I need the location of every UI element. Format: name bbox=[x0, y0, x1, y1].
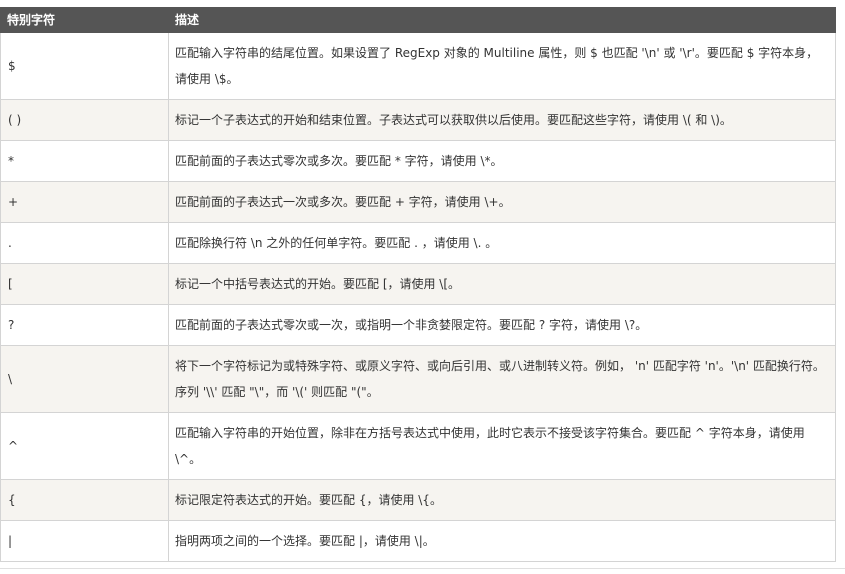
table-row: ( ) 标记一个子表达式的开始和结束位置。子表达式可以获取供以后使用。要匹配这些… bbox=[0, 99, 836, 141]
symbol-cell: * bbox=[0, 140, 169, 182]
symbol-cell: + bbox=[0, 181, 169, 223]
table-row: { 标记限定符表达式的开始。要匹配 {，请使用 \{。 bbox=[0, 479, 836, 521]
symbol-cell: . bbox=[0, 222, 169, 264]
symbol-cell: $ bbox=[0, 32, 169, 100]
table-row: ^ 匹配输入字符串的开始位置，除非在方括号表达式中使用，此时它表示不接受该字符集… bbox=[0, 412, 836, 480]
table-row: [ 标记一个中括号表达式的开始。要匹配 [，请使用 \[。 bbox=[0, 263, 836, 305]
symbol-cell: ? bbox=[0, 304, 169, 346]
table-row: \ 将下一个字符标记为或特殊字符、或原义字符、或向后引用、或八进制转义符。例如，… bbox=[0, 345, 836, 413]
description-cell: 匹配输入字符串的开始位置，除非在方括号表达式中使用，此时它表示不接受该字符集合。… bbox=[168, 412, 836, 480]
header-special-character: 特别字符 bbox=[0, 7, 169, 33]
description-cell: 标记一个中括号表达式的开始。要匹配 [，请使用 \[。 bbox=[168, 263, 836, 305]
description-cell: 标记限定符表达式的开始。要匹配 {，请使用 \{。 bbox=[168, 479, 836, 521]
table-row: ? 匹配前面的子表达式零次或一次，或指明一个非贪婪限定符。要匹配 ? 字符，请使… bbox=[0, 304, 836, 346]
description-cell: 匹配前面的子表达式一次或多次。要匹配 + 字符，请使用 \+。 bbox=[168, 181, 836, 223]
symbol-cell: | bbox=[0, 520, 169, 562]
description-cell: 将下一个字符标记为或特殊字符、或原义字符、或向后引用、或八进制转义符。例如， '… bbox=[168, 345, 836, 413]
header-description: 描述 bbox=[168, 7, 836, 33]
description-cell: 匹配前面的子表达式零次或多次。要匹配 * 字符，请使用 \*。 bbox=[168, 140, 836, 182]
table-row: $ 匹配输入字符串的结尾位置。如果设置了 RegExp 对象的 Multilin… bbox=[0, 32, 836, 100]
description-cell: 匹配输入字符串的结尾位置。如果设置了 RegExp 对象的 Multiline … bbox=[168, 32, 836, 100]
symbol-cell: ( ) bbox=[0, 99, 169, 141]
description-cell: 匹配除换行符 \n 之外的任何单字符。要匹配 . ，请使用 \. 。 bbox=[168, 222, 836, 264]
symbol-cell: \ bbox=[0, 345, 169, 413]
special-characters-table: 特别字符 描述 $ 匹配输入字符串的结尾位置。如果设置了 RegExp 对象的 … bbox=[0, 7, 836, 562]
bottom-divider bbox=[0, 568, 845, 569]
symbol-cell: [ bbox=[0, 263, 169, 305]
table-header-row: 特别字符 描述 bbox=[0, 7, 836, 33]
table-row: * 匹配前面的子表达式零次或多次。要匹配 * 字符，请使用 \*。 bbox=[0, 140, 836, 182]
description-cell: 标记一个子表达式的开始和结束位置。子表达式可以获取供以后使用。要匹配这些字符，请… bbox=[168, 99, 836, 141]
symbol-cell: { bbox=[0, 479, 169, 521]
description-cell: 匹配前面的子表达式零次或一次，或指明一个非贪婪限定符。要匹配 ? 字符，请使用 … bbox=[168, 304, 836, 346]
table-row: + 匹配前面的子表达式一次或多次。要匹配 + 字符，请使用 \+。 bbox=[0, 181, 836, 223]
description-cell: 指明两项之间的一个选择。要匹配 |，请使用 \|。 bbox=[168, 520, 836, 562]
table-row: . 匹配除换行符 \n 之外的任何单字符。要匹配 . ，请使用 \. 。 bbox=[0, 222, 836, 264]
table-row: | 指明两项之间的一个选择。要匹配 |，请使用 \|。 bbox=[0, 520, 836, 562]
symbol-cell: ^ bbox=[0, 412, 169, 480]
special-characters-table-container: 特别字符 描述 $ 匹配输入字符串的结尾位置。如果设置了 RegExp 对象的 … bbox=[0, 7, 836, 562]
